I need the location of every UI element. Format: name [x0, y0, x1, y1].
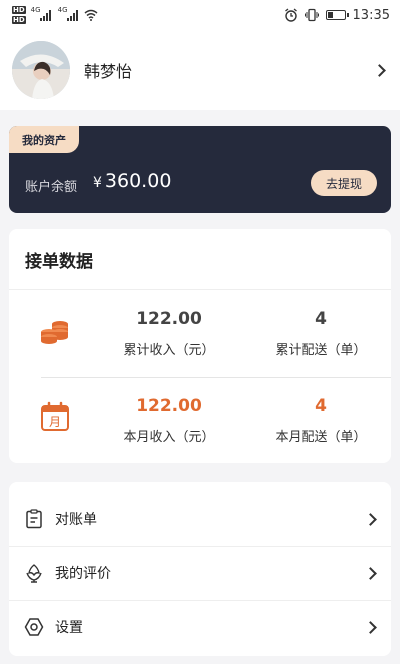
order-data-card: 接单数据 122.00 累计收入（元） 4 累计配送（单） 月 122.00 本…: [9, 229, 391, 463]
chevron-right-icon[interactable]: [373, 63, 386, 77]
hd-label-1: HD: [12, 6, 26, 14]
user-name: 韩梦怡: [84, 62, 133, 81]
menu-item-statement[interactable]: 对账单: [9, 492, 391, 546]
menu-label-statement: 对账单: [55, 512, 97, 528]
hd-indicator: HD HD: [12, 5, 26, 25]
total-delivery-value: 4: [315, 309, 327, 329]
balance-label: 账户余额: [25, 180, 78, 195]
clipboard-icon: [26, 509, 42, 529]
month-income-value: 122.00: [136, 396, 202, 416]
signal-icon: 4G: [31, 6, 51, 21]
battery-icon: [325, 10, 349, 20]
chevron-right-icon: [364, 512, 377, 526]
status-bar: HD HD 4G 4G 13:35: [0, 0, 400, 30]
menu-item-settings[interactable]: 设置: [9, 600, 391, 654]
total-delivery-label: 累计配送（单）: [275, 343, 367, 358]
divider: [41, 377, 391, 378]
wifi-icon: [84, 9, 98, 21]
month-delivery-label: 本月配送（单）: [275, 430, 367, 445]
chevron-right-icon: [364, 566, 377, 580]
withdraw-button[interactable]: 去提现: [311, 170, 377, 196]
settings-icon: [24, 618, 44, 636]
month-delivery-value: 4: [315, 396, 327, 416]
menu-list: 对账单 我的评价 设置: [9, 482, 391, 656]
total-income-value: 122.00: [136, 309, 202, 329]
profile-row[interactable]: 韩梦怡: [0, 30, 400, 110]
divider: [9, 289, 391, 290]
order-data-title: 接单数据: [25, 252, 93, 272]
rating-icon: [26, 564, 42, 583]
signal-icon-2: 4G: [58, 6, 78, 21]
calendar-icon: 月: [41, 401, 69, 431]
menu-label-settings: 设置: [55, 620, 83, 636]
total-income-label: 累计收入（元）: [123, 343, 215, 358]
asset-tag: 我的资产: [9, 126, 79, 153]
network-label-1: 4G: [30, 6, 41, 14]
month-income-label: 本月收入（元）: [123, 430, 215, 445]
menu-label-reviews: 我的评价: [55, 566, 111, 582]
balance-value: 360.00: [104, 170, 172, 192]
network-label-2: 4G: [57, 6, 68, 14]
calendar-glyph: 月: [49, 415, 61, 429]
status-left: HD HD 4G 4G: [12, 5, 98, 25]
avatar-image: [12, 41, 70, 99]
currency-symbol: ¥: [93, 175, 102, 191]
status-time: 13:35: [352, 7, 390, 23]
chevron-right-icon: [364, 620, 377, 634]
asset-card: 我的资产 账户余额 ¥360.00 去提现: [9, 126, 391, 213]
menu-item-reviews[interactable]: 我的评价: [9, 546, 391, 600]
vibrate-icon: [304, 8, 319, 22]
alarm-icon: [284, 8, 297, 22]
coins-icon: [41, 321, 68, 344]
hd-label-2: HD: [12, 16, 26, 24]
status-right: 13:35: [284, 8, 390, 23]
balance-amount: ¥360.00: [93, 170, 171, 192]
avatar[interactable]: [12, 41, 70, 99]
